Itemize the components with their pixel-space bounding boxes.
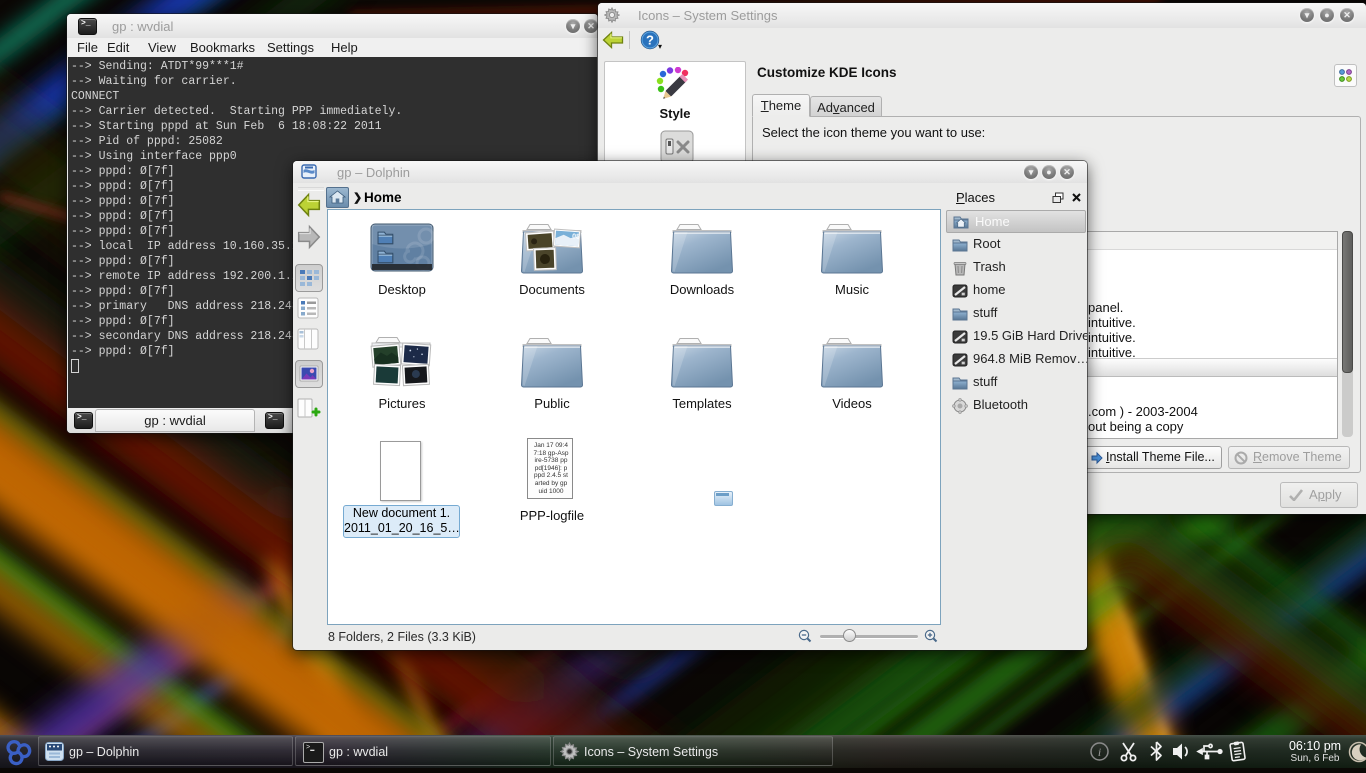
svg-text:08: 08 <box>572 233 580 241</box>
svg-text:i: i <box>1098 745 1101 759</box>
svg-text:?: ? <box>646 33 654 48</box>
